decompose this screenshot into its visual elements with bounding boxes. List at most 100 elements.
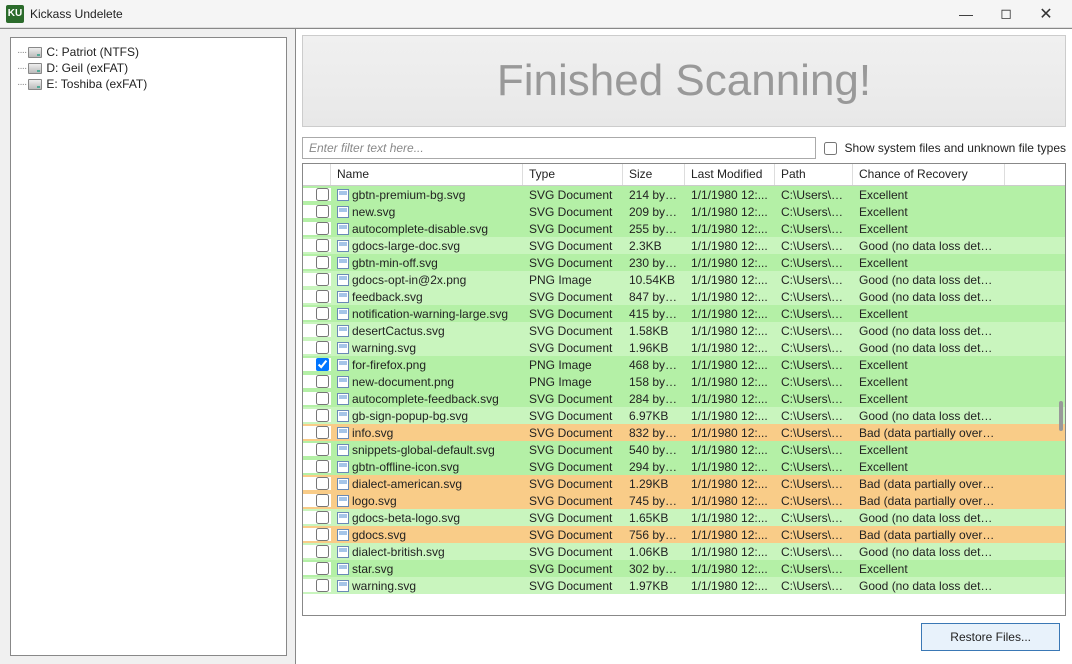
drive-item[interactable]: ····E: Toshiba (exFAT) [15,76,282,92]
file-path: C:\Users\M... [775,341,853,355]
col-name[interactable]: Name [331,164,523,185]
maximize-button[interactable]: ◻ [986,4,1026,24]
drive-item[interactable]: ····C: Patriot (NTFS) [15,44,282,60]
drive-icon [28,63,42,74]
file-recovery: Good (no data loss detected) [853,545,1005,559]
col-type[interactable]: Type [523,164,623,185]
table-row[interactable]: logo.svgSVG Document745 bytes1/1/1980 12… [303,492,1065,509]
table-row[interactable]: info.svgSVG Document832 bytes1/1/1980 12… [303,424,1065,441]
table-row[interactable]: autocomplete-disable.svgSVG Document255 … [303,220,1065,237]
row-checkbox[interactable] [316,409,329,422]
row-checkbox[interactable] [316,528,329,541]
file-path: C:\Users\M... [775,188,853,202]
table-row[interactable]: feedback.svgSVG Document847 bytes1/1/198… [303,288,1065,305]
table-row[interactable]: dialect-american.svgSVG Document1.29KB1/… [303,475,1065,492]
row-checkbox[interactable] [316,494,329,507]
table-row[interactable]: star.svgSVG Document302 bytes1/1/1980 12… [303,560,1065,577]
show-system-label: Show system files and unknown file types [845,141,1066,155]
filter-input[interactable] [302,137,816,159]
table-row[interactable]: gdocs.svgSVG Document756 bytes1/1/1980 1… [303,526,1065,543]
file-type: SVG Document [523,307,623,321]
minimize-button[interactable]: — [946,4,986,24]
table-row[interactable]: gdocs-large-doc.svgSVG Document2.3KB1/1/… [303,237,1065,254]
file-type: SVG Document [523,222,623,236]
scrollbar[interactable] [1049,187,1064,614]
table-row[interactable]: dialect-british.svgSVG Document1.06KB1/1… [303,543,1065,560]
row-checkbox[interactable] [316,273,329,286]
row-checkbox[interactable] [316,324,329,337]
row-checkbox[interactable] [316,239,329,252]
row-checkbox[interactable] [316,290,329,303]
table-row[interactable]: for-firefox.pngPNG Image468 bytes1/1/198… [303,356,1065,373]
file-type: SVG Document [523,239,623,253]
window-title: Kickass Undelete [30,7,946,21]
row-checkbox[interactable] [316,256,329,269]
row-checkbox[interactable] [316,307,329,320]
file-path: C:\Users\M... [775,205,853,219]
file-modified: 1/1/1980 12:... [685,341,775,355]
file-type: SVG Document [523,409,623,423]
file-icon [337,393,349,405]
file-size: 230 bytes [623,256,685,270]
row-checkbox[interactable] [316,579,329,592]
table-row[interactable]: warning.svgSVG Document1.96KB1/1/1980 12… [303,339,1065,356]
file-recovery: Good (no data loss detected) [853,409,1005,423]
app-icon: KU [6,5,24,23]
row-checkbox[interactable] [316,375,329,388]
table-row[interactable]: warning.svgSVG Document1.97KB1/1/1980 12… [303,577,1065,594]
drive-label: C: Patriot (NTFS) [46,45,139,59]
row-checkbox[interactable] [316,443,329,456]
table-row[interactable]: gbtn-premium-bg.svgSVG Document214 bytes… [303,186,1065,203]
row-checkbox[interactable] [316,545,329,558]
file-name: dialect-american.svg [352,477,462,491]
file-icon [337,444,349,456]
row-checkbox[interactable] [316,205,329,218]
row-checkbox[interactable] [316,188,329,201]
close-button[interactable]: ✕ [1026,4,1066,24]
file-path: C:\Users\M... [775,511,853,525]
file-name: new.svg [352,205,395,219]
table-row[interactable]: notification-warning-large.svgSVG Docume… [303,305,1065,322]
restore-button[interactable]: Restore Files... [921,623,1060,651]
row-checkbox[interactable] [316,222,329,235]
row-checkbox[interactable] [316,426,329,439]
file-path: C:\Users\M... [775,443,853,457]
show-system-checkbox[interactable] [824,142,837,155]
row-checkbox[interactable] [316,562,329,575]
file-modified: 1/1/1980 12:... [685,545,775,559]
file-path: C:\Users\M... [775,477,853,491]
table-row[interactable]: gdocs-opt-in@2x.pngPNG Image10.54KB1/1/1… [303,271,1065,288]
table-row[interactable]: snippets-global-default.svgSVG Document5… [303,441,1065,458]
row-checkbox[interactable] [316,460,329,473]
table-row[interactable]: new-document.pngPNG Image158 bytes1/1/19… [303,373,1065,390]
file-size: 302 bytes [623,562,685,576]
table-row[interactable]: gbtn-offline-icon.svgSVG Document294 byt… [303,458,1065,475]
file-icon [337,291,349,303]
row-checkbox[interactable] [316,511,329,524]
row-checkbox[interactable] [316,358,329,371]
file-modified: 1/1/1980 12:... [685,307,775,321]
file-name: feedback.svg [352,290,423,304]
table-row[interactable]: gb-sign-popup-bg.svgSVG Document6.97KB1/… [303,407,1065,424]
col-path[interactable]: Path [775,164,853,185]
row-checkbox[interactable] [316,341,329,354]
table-row[interactable]: gdocs-beta-logo.svgSVG Document1.65KB1/1… [303,509,1065,526]
drive-item[interactable]: ····D: Geil (exFAT) [15,60,282,76]
file-modified: 1/1/1980 12:... [685,426,775,440]
col-recovery[interactable]: Chance of Recovery [853,164,1005,185]
col-size[interactable]: Size [623,164,685,185]
table-row[interactable]: desertCactus.svgSVG Document1.58KB1/1/19… [303,322,1065,339]
col-modified[interactable]: Last Modified [685,164,775,185]
row-checkbox[interactable] [316,392,329,405]
file-icon [337,240,349,252]
file-type: PNG Image [523,375,623,389]
row-checkbox[interactable] [316,477,329,490]
file-path: C:\Users\M... [775,256,853,270]
file-path: C:\Users\M... [775,528,853,542]
file-icon [337,342,349,354]
table-row[interactable]: gbtn-min-off.svgSVG Document230 bytes1/1… [303,254,1065,271]
table-row[interactable]: autocomplete-feedback.svgSVG Document284… [303,390,1065,407]
file-path: C:\Users\M... [775,375,853,389]
file-modified: 1/1/1980 12:... [685,290,775,304]
table-row[interactable]: new.svgSVG Document209 bytes1/1/1980 12:… [303,203,1065,220]
